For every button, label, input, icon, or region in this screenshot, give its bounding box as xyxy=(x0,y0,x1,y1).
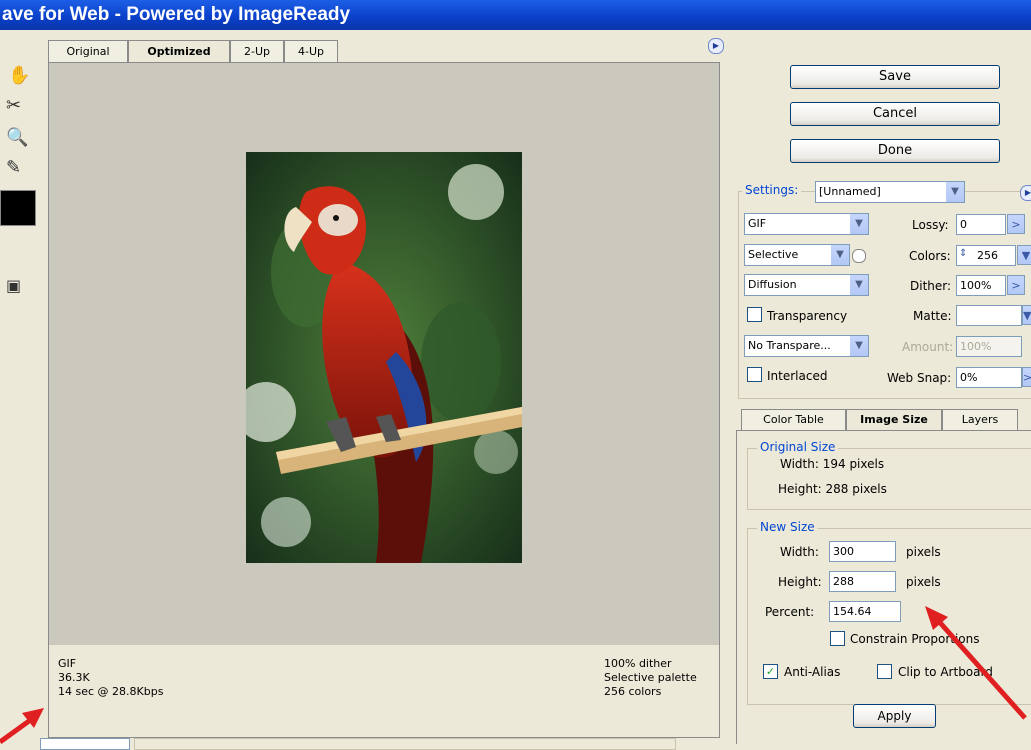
lossy-label: Lossy: xyxy=(912,218,949,232)
dither-algorithm-value: Diffusion xyxy=(748,278,797,291)
zoom-level-field[interactable] xyxy=(40,738,130,750)
settings-preset-value: [Unnamed] xyxy=(819,185,881,198)
tab-color-table[interactable]: Color Table xyxy=(741,409,846,430)
anti-alias-checkbox[interactable]: ✓ xyxy=(763,664,778,679)
dither-slider-button[interactable]: > xyxy=(1007,275,1025,295)
color-reduction-select[interactable]: Selective ▼ xyxy=(744,244,850,266)
dither-algorithm-select[interactable]: Diffusion ▼ xyxy=(744,274,869,296)
width-label: Width: xyxy=(780,545,819,559)
height-input[interactable]: 288 xyxy=(829,571,896,592)
info-format: GIF xyxy=(58,657,77,670)
tab-2-up[interactable]: 2-Up xyxy=(230,40,284,62)
parrot-image xyxy=(246,152,522,563)
tab-original[interactable]: Original xyxy=(48,40,128,62)
lossy-slider-button[interactable]: > xyxy=(1007,214,1025,234)
new-size-title: New Size xyxy=(757,520,818,534)
dither-input[interactable]: 100% xyxy=(956,275,1006,296)
window-title: ave for Web - Powered by ImageReady xyxy=(0,0,1031,30)
matte-dropdown-button[interactable]: ▼ xyxy=(1022,305,1031,325)
reduction-mask-icon[interactable] xyxy=(852,249,866,263)
original-width: Width: 194 pixels xyxy=(780,457,885,471)
original-size-title: Original Size xyxy=(757,440,839,454)
web-snap-input[interactable]: 0% xyxy=(956,367,1022,388)
format-value: GIF xyxy=(748,217,767,230)
stepper-icon[interactable]: ⇕ xyxy=(959,248,967,259)
clip-to-artboard-checkbox[interactable] xyxy=(877,664,892,679)
constrain-proportions-checkbox[interactable] xyxy=(830,631,845,646)
hand-icon[interactable]: ✋ xyxy=(8,64,32,88)
eyedropper-color-swatch[interactable] xyxy=(0,190,36,226)
transparency-dither-value: No Transpare... xyxy=(748,339,831,352)
eyedropper-icon[interactable]: ✎ xyxy=(6,156,30,180)
slice-select-icon[interactable]: ✂ xyxy=(6,94,30,118)
chevron-down-icon: ▼ xyxy=(946,182,964,202)
constrain-proportions-label: Constrain Proportions xyxy=(850,632,980,646)
optimization-info: GIF 36.3K 14 sec @ 28.8Kbps 100% dither … xyxy=(48,645,720,738)
chevron-down-icon: ▼ xyxy=(850,214,868,234)
width-unit: pixels xyxy=(906,545,941,559)
cancel-button[interactable]: Cancel xyxy=(790,102,1000,126)
amount-label: Amount: xyxy=(902,340,954,354)
info-dither: 100% dither xyxy=(604,657,672,670)
transparency-label: Transparency xyxy=(767,309,848,323)
info-palette: Selective palette xyxy=(604,671,697,684)
color-reduction-value: Selective xyxy=(748,248,799,261)
status-field xyxy=(134,738,676,750)
tab-optimized[interactable]: Optimized xyxy=(128,40,230,63)
chevron-down-icon: ▼ xyxy=(850,336,868,356)
percent-input[interactable]: 154.64 xyxy=(829,601,901,622)
dither-label: Dither: xyxy=(910,279,952,293)
clip-to-artboard-label: Clip to Artboard xyxy=(898,665,993,679)
chevron-down-icon: ▼ xyxy=(850,275,868,295)
preview-area xyxy=(48,62,720,646)
percent-label: Percent: xyxy=(765,605,815,619)
apply-button[interactable]: Apply xyxy=(853,704,936,728)
settings-menu-icon[interactable]: ▶ xyxy=(1020,185,1031,201)
amount-input: 100% xyxy=(956,336,1022,357)
toolbox: ✋ ✂ 🔍 ✎ ▣ xyxy=(0,30,42,744)
info-file-size: 36.3K xyxy=(58,671,90,684)
preview-menu-icon[interactable]: ▶ xyxy=(708,38,724,54)
tab-4-up[interactable]: 4-Up xyxy=(284,40,338,62)
width-input[interactable]: 300 xyxy=(829,541,896,562)
transparency-checkbox[interactable] xyxy=(747,307,762,322)
matte-input[interactable] xyxy=(956,305,1022,326)
done-button[interactable]: Done xyxy=(790,139,1000,163)
matte-label: Matte: xyxy=(913,309,952,323)
web-snap-label: Web Snap: xyxy=(887,371,952,385)
save-button[interactable]: Save xyxy=(790,65,1000,89)
info-colors: 256 colors xyxy=(604,685,662,698)
colors-dropdown-button[interactable]: ▼ xyxy=(1017,245,1031,265)
chevron-down-icon: ▼ xyxy=(831,245,849,265)
settings-label: Settings: xyxy=(742,183,802,197)
anti-alias-label: Anti-Alias xyxy=(784,665,841,679)
lossy-input[interactable]: 0 xyxy=(956,214,1006,235)
height-unit: pixels xyxy=(906,575,941,589)
tab-image-size[interactable]: Image Size xyxy=(846,409,942,431)
transparency-dither-select[interactable]: No Transpare... ▼ xyxy=(744,335,869,357)
colors-label: Colors: xyxy=(909,249,951,263)
format-select[interactable]: GIF ▼ xyxy=(744,213,869,235)
toggle-slices-icon[interactable]: ▣ xyxy=(6,274,30,298)
web-snap-slider-button[interactable]: > xyxy=(1022,367,1031,387)
tab-layers[interactable]: Layers xyxy=(942,409,1018,430)
info-download-time: 14 sec @ 28.8Kbps xyxy=(58,685,164,698)
interlaced-checkbox[interactable] xyxy=(747,367,762,382)
original-height: Height: 288 pixels xyxy=(778,482,887,496)
interlaced-label: Interlaced xyxy=(767,369,828,383)
settings-preset-select[interactable]: [Unnamed] ▼ xyxy=(815,181,965,203)
height-label: Height: xyxy=(778,575,822,589)
zoom-icon[interactable]: 🔍 xyxy=(6,126,30,150)
